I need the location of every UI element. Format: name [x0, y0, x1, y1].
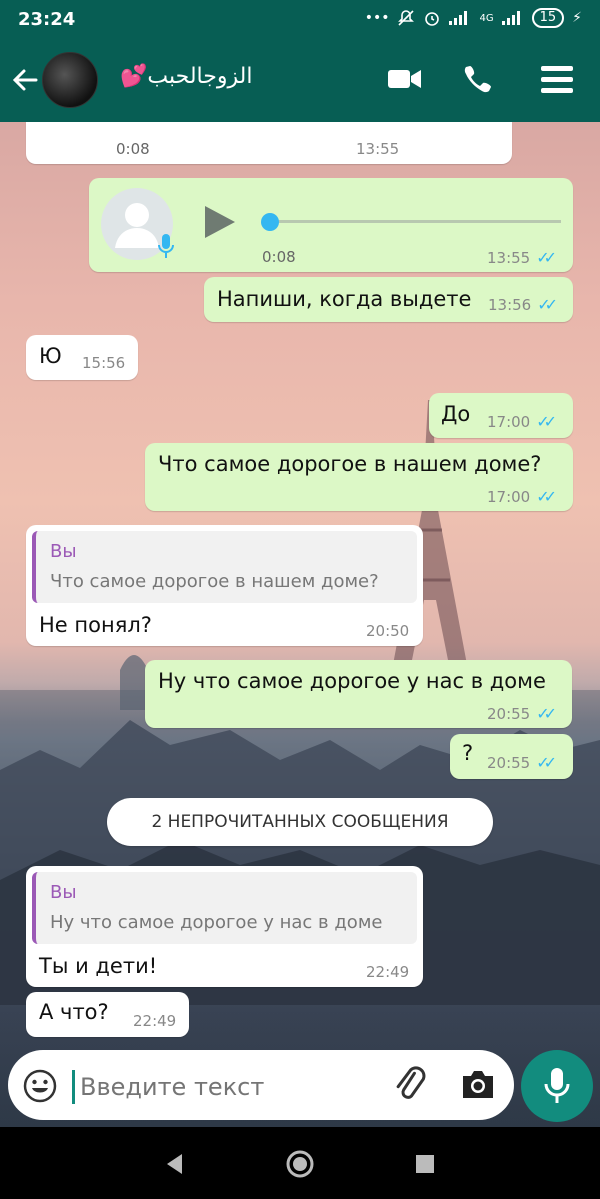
read-ticks-icon: ✓✓: [536, 248, 557, 267]
voice-duration: 0:08: [262, 248, 296, 266]
network-type: 4G: [479, 12, 494, 24]
message-time: 20:50: [366, 622, 410, 640]
message-time: 17:00 ✓✓: [487, 487, 557, 506]
message-bubble[interactable]: А что? 22:49: [26, 992, 189, 1037]
message-text: Не понял?: [39, 613, 152, 637]
mute-icon: [398, 10, 415, 26]
message-text: Напиши, когда выдете: [217, 287, 472, 311]
message-bubble[interactable]: Напиши, когда выдете 13:56 ✓✓: [204, 277, 573, 322]
partial-duration: 0:08: [116, 140, 150, 158]
unread-messages-badge: 2 НЕПРОЧИТАННЫХ СООБЩЕНИЯ: [107, 798, 493, 846]
partial-caption: سوف تموت كما عاش: [226, 128, 364, 146]
read-ticks-icon: ✓✓: [536, 753, 557, 772]
voice-progress-track[interactable]: [265, 220, 561, 223]
reply-message-bubble[interactable]: Вы Что самое дорогое в нашем доме? Не по…: [26, 525, 423, 646]
text-cursor: [72, 1070, 75, 1104]
camera-icon[interactable]: [460, 1068, 496, 1100]
contact-name[interactable]: 💕الزوجالحبب: [120, 64, 252, 89]
quoted-message[interactable]: Вы Ну что самое дорогое у нас в доме: [32, 872, 417, 944]
phone-icon[interactable]: [463, 64, 493, 94]
quote-text: Что самое дорогое в нашем доме?: [50, 571, 379, 592]
message-text: ?: [462, 741, 474, 765]
battery-level: 15: [531, 8, 565, 28]
nav-recents-icon[interactable]: [414, 1153, 436, 1175]
paperclip-icon[interactable]: [392, 1066, 428, 1104]
reply-message-bubble[interactable]: Вы Ну что самое дорогое у нас в доме Ты …: [26, 866, 423, 987]
message-time: 15:56: [82, 354, 126, 372]
voice-message[interactable]: 0:08 13:55 ✓✓: [89, 178, 573, 272]
status-icons: ••• 4G 15 ⚡: [365, 8, 582, 28]
message-bubble[interactable]: Что самое дорогое в нашем доме? 17:00 ✓✓: [145, 443, 573, 511]
video-call-icon[interactable]: [388, 68, 422, 90]
read-ticks-icon: ✓✓: [537, 295, 558, 314]
record-voice-button[interactable]: [521, 1050, 593, 1122]
message-time: 22:49: [366, 963, 410, 981]
quote-author: Вы: [50, 882, 77, 903]
message-input[interactable]: [78, 1064, 382, 1110]
partial-time: 13:55: [356, 140, 400, 158]
message-time: 13:56 ✓✓: [488, 295, 558, 314]
quote-author: Вы: [50, 541, 77, 562]
message-text: А что?: [39, 1000, 109, 1024]
mic-small-icon: [158, 234, 174, 258]
play-icon[interactable]: [203, 204, 237, 240]
status-bar: 23:24 ••• 4G 15 ⚡: [0, 0, 600, 38]
message-bubble[interactable]: Ну что самое дорогое у нас в доме 20:55 ✓…: [145, 660, 572, 728]
menu-icon[interactable]: [541, 64, 573, 94]
message-text: Ю: [39, 344, 62, 368]
nav-home-icon[interactable]: [285, 1149, 315, 1179]
message-text: Ну что самое дорогое у нас в доме: [158, 669, 546, 693]
message-time: 20:55 ✓✓: [487, 704, 557, 723]
back-arrow-icon[interactable]: [10, 66, 40, 94]
signal-icon: [449, 11, 468, 25]
read-ticks-icon: ✓✓: [536, 412, 557, 431]
signal-icon-2: [501, 11, 520, 25]
message-time: 17:00 ✓✓: [487, 412, 557, 431]
message-bubble[interactable]: Ю 15:56: [26, 335, 138, 380]
nav-back-icon[interactable]: [164, 1152, 186, 1176]
message-text: Ты и дети!: [39, 954, 158, 978]
quote-text: Ну что самое дорогое у нас в доме: [50, 912, 383, 933]
message-time: 22:49: [133, 1012, 177, 1030]
alarm-icon: [425, 12, 440, 26]
message-time: 13:55 ✓✓: [487, 248, 557, 267]
message-bubble[interactable]: До 17:00 ✓✓: [429, 393, 573, 438]
dots-icon: •••: [364, 10, 390, 26]
voice-progress-handle[interactable]: [261, 213, 279, 231]
message-bubble[interactable]: ? 20:55 ✓✓: [450, 734, 573, 779]
status-time: 23:24: [18, 9, 76, 30]
message-time: 20:55 ✓✓: [487, 753, 557, 772]
read-ticks-icon: ✓✓: [536, 487, 557, 506]
contact-avatar[interactable]: [42, 52, 98, 108]
message-text: До: [441, 402, 471, 426]
emoji-icon[interactable]: [22, 1068, 58, 1104]
partial-message[interactable]: 0:08 سوف تموت كما عاش 13:55: [26, 122, 512, 164]
mic-icon: [544, 1068, 570, 1103]
read-ticks-icon: ✓✓: [536, 704, 557, 723]
message-text: Что самое дорогое в нашем доме?: [158, 452, 542, 476]
quoted-message[interactable]: Вы Что самое дорогое в нашем доме?: [32, 531, 417, 603]
charging-icon: ⚡: [572, 10, 582, 26]
